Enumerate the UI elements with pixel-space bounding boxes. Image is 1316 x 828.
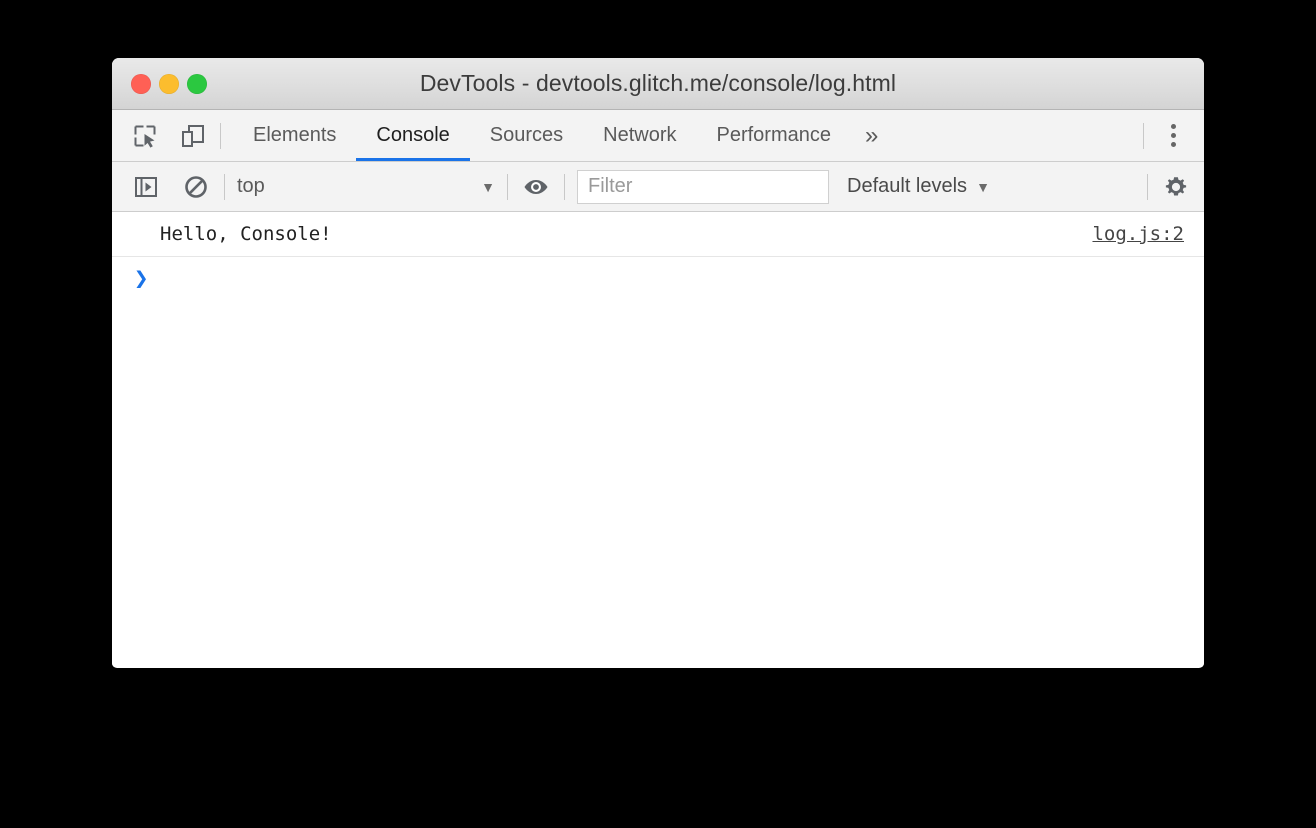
tab-sources-label: Sources <box>489 124 564 146</box>
kebab-dot <box>1170 133 1176 138</box>
tab-network[interactable]: Network <box>583 110 696 161</box>
console-message-row[interactable]: Hello, Console! log.js:2 <box>112 212 1204 257</box>
console-message-text: Hello, Console! <box>160 223 332 245</box>
devtools-window: DevTools - devtools.glitch.me/console/lo… <box>112 58 1204 668</box>
tabbar-right-separator <box>1143 122 1144 149</box>
console-sidebar-toggle-icon[interactable] <box>130 171 162 203</box>
console-toolbar-separator-3 <box>564 173 565 200</box>
log-levels-label: Default levels <box>847 175 968 197</box>
devtools-tabbar: Elements Console Sources Network Perform… <box>112 110 1204 162</box>
kebab-dot <box>1170 124 1176 129</box>
settings-gear-icon[interactable] <box>1160 171 1192 203</box>
execution-context-value: top <box>237 175 265 197</box>
console-prompt-input[interactable] <box>148 264 1204 292</box>
window-titlebar[interactable]: DevTools - devtools.glitch.me/console/lo… <box>112 58 1204 110</box>
tab-performance-label: Performance <box>716 124 832 146</box>
tab-elements[interactable]: Elements <box>233 110 356 161</box>
device-toolbar-icon[interactable] <box>178 121 208 151</box>
console-message-source-link[interactable]: log.js:2 <box>1092 223 1184 245</box>
console-toolbar-separator-4 <box>1147 173 1148 200</box>
tab-sources[interactable]: Sources <box>470 110 583 161</box>
tab-elements-label: Elements <box>253 124 337 146</box>
screen: DevTools - devtools.glitch.me/console/lo… <box>0 0 1316 828</box>
console-body: Hello, Console! log.js:2 ❯ <box>112 212 1204 667</box>
clear-console-icon[interactable] <box>180 171 212 203</box>
console-prompt-row[interactable]: ❯ <box>112 257 1204 299</box>
more-tabs-icon[interactable]: » <box>851 110 892 161</box>
tabbar-tool-icons <box>112 110 208 161</box>
filter-placeholder: Filter <box>588 175 633 197</box>
tabbar-separator <box>220 122 221 149</box>
tab-network-label: Network <box>603 124 677 146</box>
execution-context-selector[interactable]: top ▼ <box>237 171 495 203</box>
prompt-chevron-icon: ❯ <box>134 264 149 292</box>
kebab-dot <box>1170 142 1176 147</box>
panel-tabs: Elements Console Sources Network Perform… <box>233 110 1131 161</box>
filter-input[interactable]: Filter <box>577 169 829 204</box>
chevron-down-icon: ▼ <box>481 178 495 195</box>
log-levels-selector[interactable]: Default levels ▼ <box>847 175 990 198</box>
tab-performance[interactable]: Performance <box>697 110 852 161</box>
console-toolbar-separator-1 <box>224 173 225 200</box>
inspect-element-icon[interactable] <box>130 121 160 151</box>
kebab-menu-icon[interactable] <box>1156 119 1190 153</box>
tab-console-label: Console <box>376 124 450 146</box>
more-tabs-label: » <box>865 121 879 149</box>
chevron-down-icon: ▼ <box>976 178 990 195</box>
window-title: DevTools - devtools.glitch.me/console/lo… <box>419 70 897 96</box>
console-toolbar: top ▼ Filter Default levels ▼ <box>112 162 1204 212</box>
console-toolbar-separator-2 <box>507 173 508 200</box>
tab-console[interactable]: Console <box>356 110 471 161</box>
tabbar-right <box>1131 110 1204 161</box>
live-expression-eye-icon[interactable] <box>520 171 552 203</box>
